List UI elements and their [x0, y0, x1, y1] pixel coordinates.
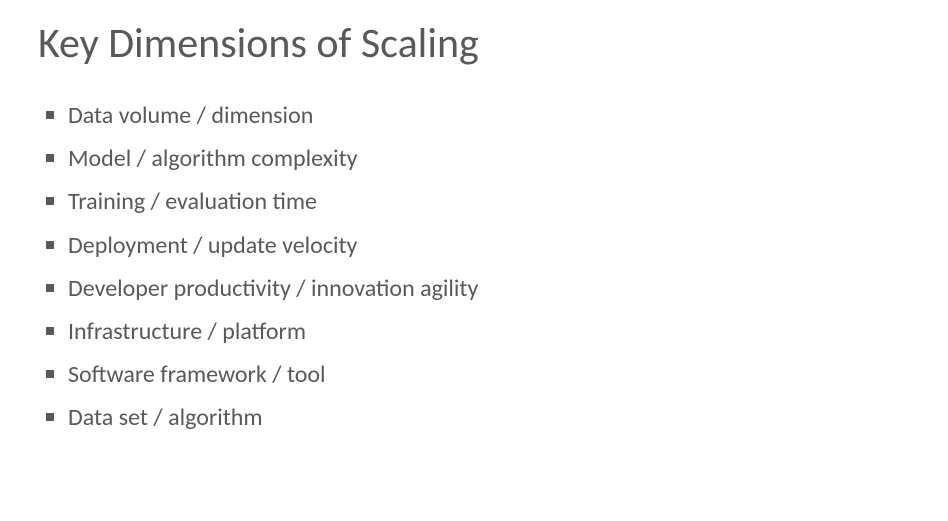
- list-item: Data set / algorithm: [46, 399, 910, 436]
- list-item: Software framework / tool: [46, 356, 910, 393]
- bullet-icon: [46, 370, 54, 378]
- slide-title: Key Dimensions of Scaling: [38, 18, 910, 69]
- list-item: Deployment / update velocity: [46, 227, 910, 264]
- bullet-icon: [46, 154, 54, 162]
- bullet-text: Infrastructure / platform: [68, 313, 910, 350]
- list-item: Model / algorithm complexity: [46, 140, 910, 177]
- list-item: Data volume / dimension: [46, 97, 910, 134]
- bullet-text: Model / algorithm complexity: [68, 140, 910, 177]
- bullet-icon: [46, 197, 54, 205]
- list-item: Infrastructure / platform: [46, 313, 910, 350]
- bullet-icon: [46, 327, 54, 335]
- bullet-text: Training / evaluation time: [68, 183, 910, 220]
- bullet-list: Data volume / dimension Model / algorith…: [38, 97, 910, 437]
- bullet-text: Data volume / dimension: [68, 97, 910, 134]
- list-item: Developer productivity / innovation agil…: [46, 270, 910, 307]
- bullet-icon: [46, 284, 54, 292]
- bullet-text: Developer productivity / innovation agil…: [68, 270, 910, 307]
- bullet-text: Data set / algorithm: [68, 399, 910, 436]
- list-item: Training / evaluation time: [46, 183, 910, 220]
- bullet-icon: [46, 111, 54, 119]
- bullet-text: Software framework / tool: [68, 356, 910, 393]
- bullet-icon: [46, 413, 54, 421]
- bullet-text: Deployment / update velocity: [68, 227, 910, 264]
- bullet-icon: [46, 241, 54, 249]
